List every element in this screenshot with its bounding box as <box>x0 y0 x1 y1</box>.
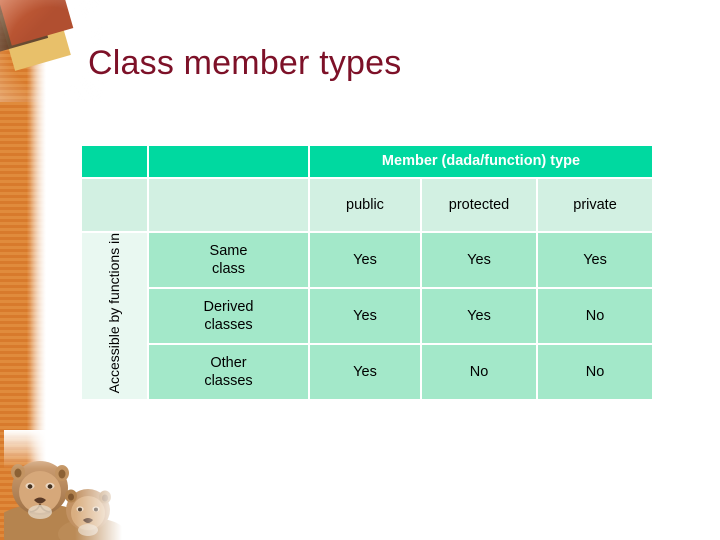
cell-same-class-protected: Yes <box>422 233 536 287</box>
cell-derived-classes-private: No <box>538 289 653 343</box>
cell-same-class-private: Yes <box>538 233 653 287</box>
column-header-protected: protected <box>422 179 536 231</box>
side-axis-label-cell: Accessible by functions in <box>82 233 147 399</box>
table-header-row: Member (dada/function) type <box>82 146 653 177</box>
cell-derived-classes-public: Yes <box>310 289 420 343</box>
row-label-other-classes: Other classes <box>149 345 308 399</box>
cell-other-classes-protected: No <box>422 345 536 399</box>
page-title: Class member types <box>88 44 402 82</box>
row-label-derived-classes: Derived classes <box>149 289 308 343</box>
header-corner-cell-rowlabel <box>149 146 308 177</box>
column-header-public: public <box>310 179 420 231</box>
header-corner-cell-left <box>82 146 147 177</box>
cell-other-classes-public: Yes <box>310 345 420 399</box>
cell-derived-classes-protected: Yes <box>422 289 536 343</box>
subheader-empty-cell-left <box>82 179 147 231</box>
row-label-same-class: Same class <box>149 233 308 287</box>
lions-photo <box>4 430 122 540</box>
main-header-label: Member (dada/function) type <box>310 146 653 177</box>
class-member-access-table: Member (dada/function) type public prote… <box>80 144 654 401</box>
column-header-private: private <box>538 179 653 231</box>
table-subheader-row: public protected private <box>82 179 653 231</box>
side-axis-label-text: Accessible by functions in <box>105 233 122 394</box>
subheader-empty-cell-rowlabel <box>149 179 308 231</box>
table-row: Other classes Yes No No <box>82 345 653 399</box>
table-row: Derived classes Yes Yes No <box>82 289 653 343</box>
cell-other-classes-private: No <box>538 345 653 399</box>
table-row: Accessible by functions in Same class Ye… <box>82 233 653 399</box>
corner-squares-motif <box>0 0 98 96</box>
cell-same-class-public: Yes <box>310 233 420 287</box>
